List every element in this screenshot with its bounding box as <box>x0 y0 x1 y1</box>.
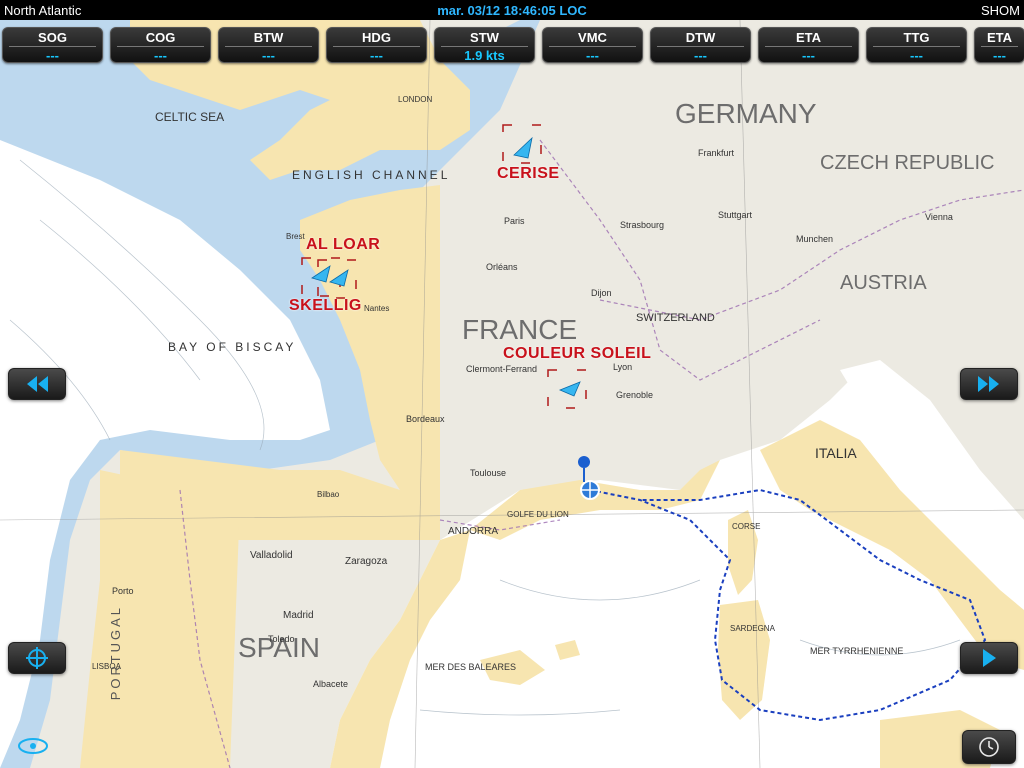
label-sardegna: SARDEGNA <box>730 624 775 633</box>
label-tyrrhenian: MER TYRRHENIENNE <box>810 646 904 656</box>
instrument-bar: SOG --- COG --- BTW --- HDG --- STW 1.9 … <box>0 27 1024 63</box>
boat-label-cerise[interactable]: CERISE <box>497 165 560 183</box>
status-bar: North Atlantic mar. 03/12 18:46:05 LOC S… <box>0 0 1024 20</box>
label-orleans: Orléans <box>486 262 518 272</box>
label-nantes: Nantes <box>364 304 390 313</box>
label-germany: GERMANY <box>675 98 817 129</box>
clock-button[interactable] <box>962 730 1016 764</box>
instrument-label: SOG <box>38 30 67 45</box>
instrument-label: DTW <box>685 30 716 45</box>
instrument-label: COG <box>145 30 176 45</box>
instrument-value: --- <box>117 46 204 63</box>
label-clermont: Clermont-Ferrand <box>466 364 538 374</box>
instrument-label: HDG <box>362 30 391 45</box>
clock-icon <box>979 737 999 757</box>
label-albacete: Albacete <box>313 679 349 689</box>
instrument-btw[interactable]: BTW --- <box>218 27 319 63</box>
center-position-button[interactable] <box>8 642 66 674</box>
label-paris: Paris <box>504 216 525 226</box>
instrument-value: --- <box>873 46 960 63</box>
instrument-value: --- <box>981 46 1018 62</box>
label-portugal: PORTUGAL <box>108 605 123 701</box>
instrument-label: TTG <box>903 30 930 45</box>
label-bay-of-biscay: BAY OF BISCAY <box>168 340 297 354</box>
label-frankfurt: Frankfurt <box>698 148 735 158</box>
fast-forward-icon <box>978 376 999 392</box>
instrument-label: ETA <box>986 30 1013 45</box>
instrument-label: ETA <box>795 30 822 45</box>
label-bordeaux: Bordeaux <box>406 414 445 424</box>
label-bilbao: Bilbao <box>317 490 340 499</box>
rotate-view-button[interactable] <box>8 730 58 762</box>
instrument-ttg[interactable]: TTG --- <box>866 27 967 63</box>
chart-map[interactable]: GERMANY FRANCE SPAIN AUSTRIA CZECH REPUB… <box>0 20 1024 768</box>
rewind-button[interactable] <box>8 368 66 400</box>
label-stuttgart: Stuttgart <box>718 210 753 220</box>
instrument-value: --- <box>657 46 744 63</box>
instrument-eta-2[interactable]: ETA --- <box>974 27 1024 63</box>
label-grenoble: Grenoble <box>616 390 654 400</box>
instrument-label: BTW <box>253 30 284 45</box>
orbit-icon <box>18 738 48 754</box>
instrument-cog[interactable]: COG --- <box>110 27 211 63</box>
instrument-eta[interactable]: ETA --- <box>758 27 859 63</box>
instrument-value: --- <box>9 46 96 63</box>
label-porto: Porto <box>112 586 134 596</box>
play-icon <box>983 649 996 667</box>
label-strasbourg: Strasbourg <box>620 220 665 230</box>
instrument-value: 1.9 kts <box>441 46 528 63</box>
label-wien: Vienna <box>925 212 953 222</box>
instrument-value: --- <box>549 46 636 63</box>
instrument-dtw[interactable]: DTW --- <box>650 27 751 63</box>
instrument-stw[interactable]: STW 1.9 kts <box>434 27 535 63</box>
label-london: LONDON <box>398 95 433 104</box>
chart-provider[interactable]: SHOM <box>981 3 1020 18</box>
label-brest: Brest <box>286 232 305 241</box>
instrument-value: --- <box>765 46 852 63</box>
label-dijon: Dijon <box>591 288 612 298</box>
rewind-icon <box>27 376 48 392</box>
label-lyon: Lyon <box>613 362 633 372</box>
label-zaragoza: Zaragoza <box>345 556 388 567</box>
label-czech: CZECH REPUBLIC <box>820 152 995 174</box>
label-switzerland: SWITZERLAND <box>636 312 715 324</box>
instrument-value: --- <box>333 46 420 63</box>
instrument-vmc[interactable]: VMC --- <box>542 27 643 63</box>
label-toulouse: Toulouse <box>470 468 507 478</box>
datetime: mar. 03/12 18:46:05 LOC <box>437 3 587 18</box>
instrument-hdg[interactable]: HDG --- <box>326 27 427 63</box>
boat-label-couleur-soleil[interactable]: COULEUR SOLEIL <box>503 345 651 363</box>
crosshair-icon <box>26 647 48 669</box>
boat-label-skellig[interactable]: SKELLIG <box>289 297 362 315</box>
label-austria: AUSTRIA <box>840 272 927 294</box>
play-button[interactable] <box>960 642 1018 674</box>
instrument-value: --- <box>225 46 312 63</box>
label-corse: CORSE <box>732 522 761 531</box>
label-valladolid: Valladolid <box>250 550 293 561</box>
instrument-label: VMC <box>578 30 607 45</box>
label-madrid: Madrid <box>283 610 314 621</box>
label-celtic-sea: CELTIC SEA <box>155 110 225 124</box>
label-andorra: ANDORRA <box>448 526 499 537</box>
label-munchen: Munchen <box>796 234 834 244</box>
label-france: FRANCE <box>462 314 578 345</box>
instrument-sog[interactable]: SOG --- <box>2 27 103 63</box>
label-toledo: Toledo <box>268 634 295 644</box>
fast-forward-button[interactable] <box>960 368 1018 400</box>
label-italia: ITALIA <box>815 445 857 461</box>
label-golfe-lion: GOLFE DU LION <box>507 510 569 519</box>
instrument-label: STW <box>470 30 499 45</box>
label-baleares: MER DES BALEARES <box>425 662 517 672</box>
label-english-channel: ENGLISH CHANNEL <box>292 168 451 182</box>
boat-label-al-loar[interactable]: AL LOAR <box>306 236 380 254</box>
